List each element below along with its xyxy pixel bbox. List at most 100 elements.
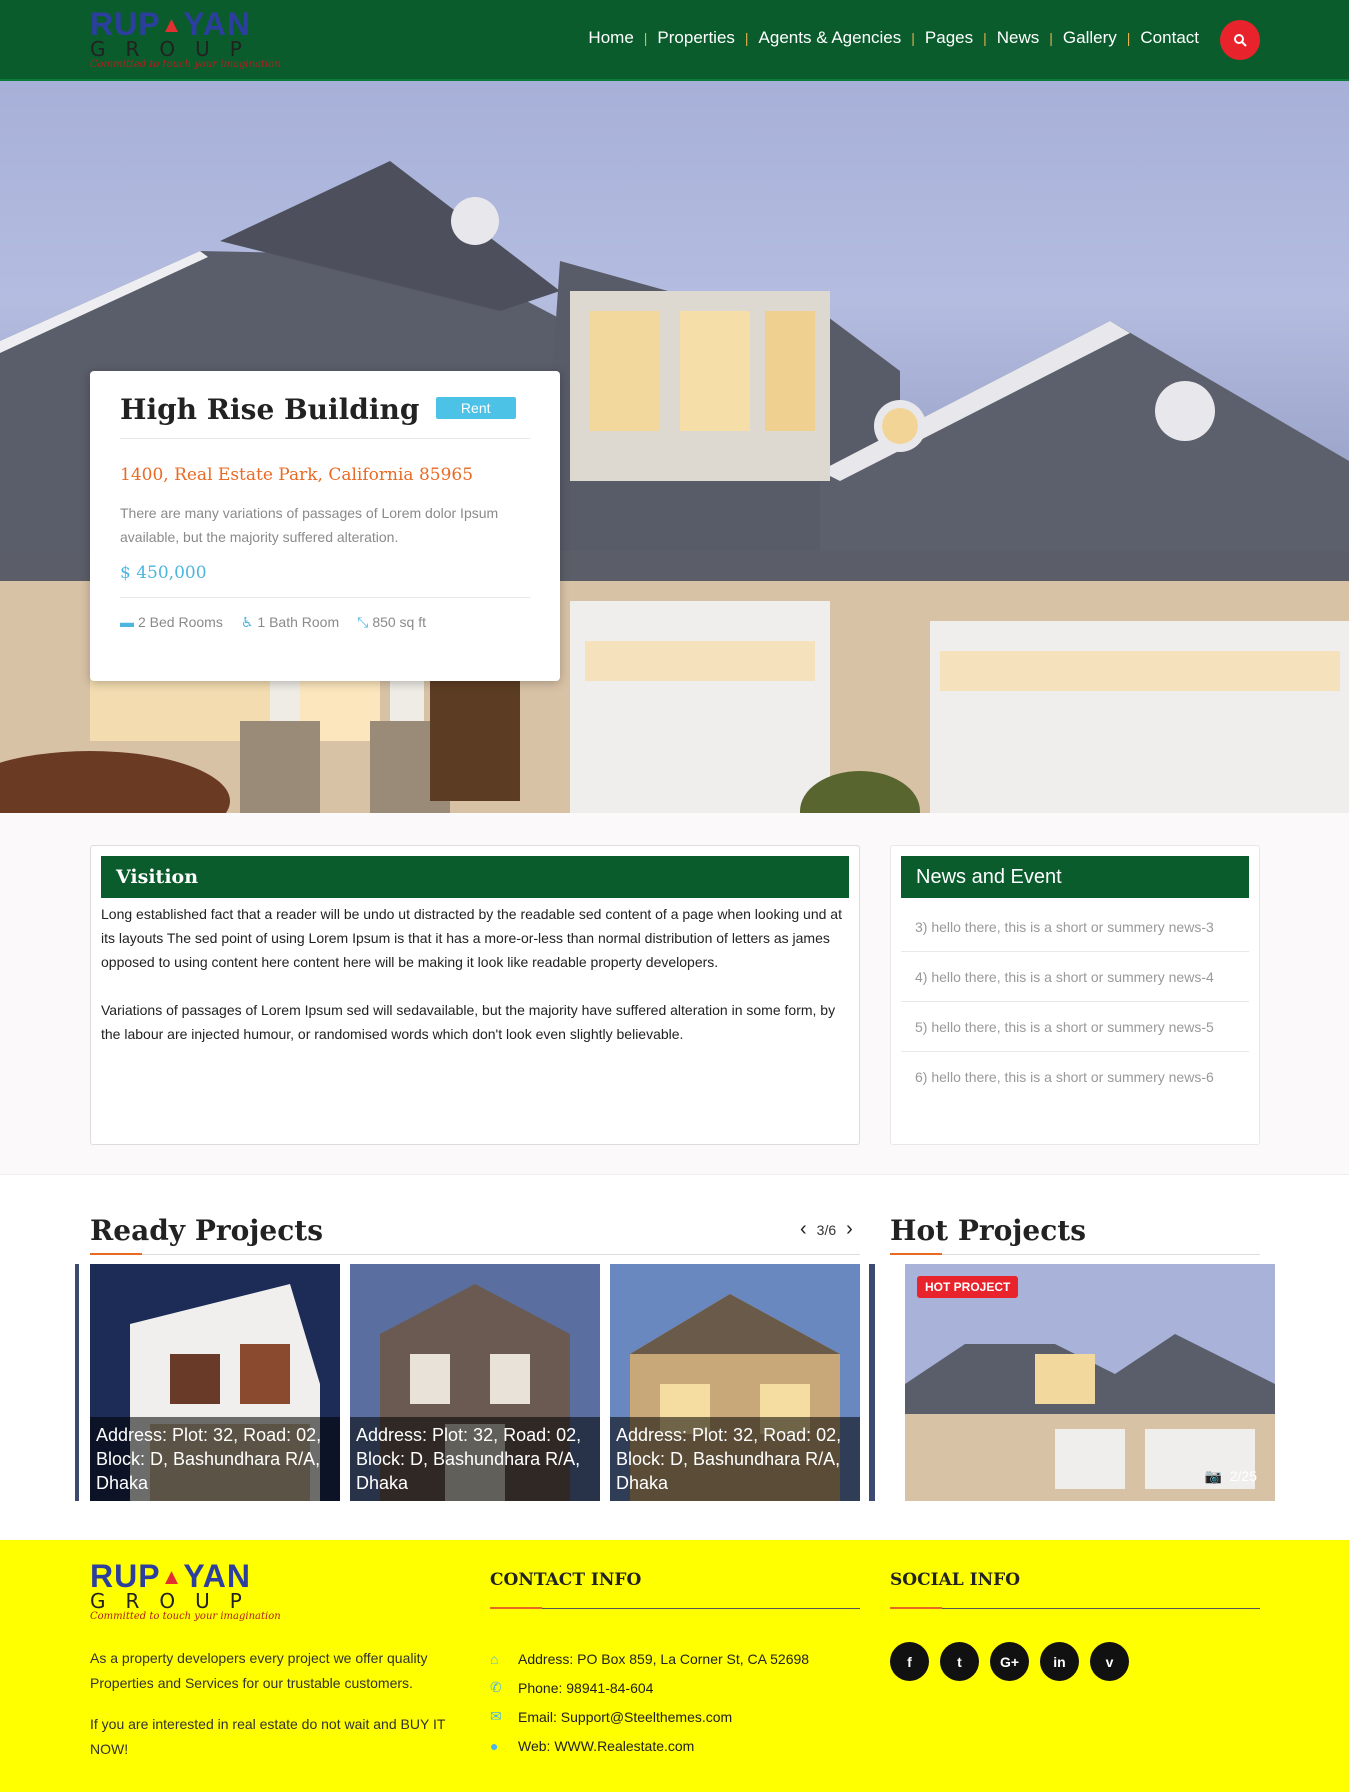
footer-about: As a property developers every project w… bbox=[90, 1646, 470, 1762]
nav-separator: | bbox=[1049, 30, 1053, 46]
feature-label: 850 sq ft bbox=[372, 614, 427, 630]
hot-projects-underline bbox=[890, 1253, 1260, 1255]
nav-agents-agencies[interactable]: Agents & Agencies bbox=[759, 28, 902, 48]
facebook-icon[interactable]: f bbox=[890, 1642, 929, 1681]
about-paragraph-1: As a property developers every project w… bbox=[90, 1650, 428, 1691]
nav-contact[interactable]: Contact bbox=[1140, 28, 1199, 48]
project-address: Address: Plot: 32, Road: 02, Block: D, B… bbox=[350, 1417, 600, 1501]
feature-label: 2 Bed Rooms bbox=[138, 614, 223, 630]
news-item[interactable]: 6) hello there, this is a short or summe… bbox=[901, 1052, 1249, 1097]
hero-banner: High Rise Building Rent 1400, Real Estat… bbox=[0, 81, 1349, 813]
property-description: There are many variations of passages of… bbox=[120, 505, 499, 545]
project-card[interactable]: Address: Plot: 32, Road: 02, Block: D, B… bbox=[90, 1264, 340, 1501]
ready-projects-underline bbox=[90, 1253, 860, 1255]
search-icon bbox=[1234, 34, 1247, 47]
vision-heading: Visition bbox=[101, 856, 849, 898]
nav-separator: | bbox=[911, 30, 915, 46]
hot-project-image bbox=[905, 1264, 1275, 1501]
photo-count-text: 2/25 bbox=[1229, 1468, 1257, 1484]
nav-separator: | bbox=[744, 30, 749, 46]
nav-gallery[interactable]: Gallery bbox=[1063, 28, 1117, 48]
social-links: f t G+ in v bbox=[890, 1642, 1129, 1681]
carousel-pager: ‹ 3/6 › bbox=[800, 1218, 853, 1241]
about-paragraph-2: If you are interested in real estate do … bbox=[90, 1716, 446, 1757]
site-logo[interactable]: RUP▲YAN GROUP Committed to touch your im… bbox=[90, 8, 290, 74]
globe-icon: ● bbox=[490, 1737, 499, 1754]
hot-projects-title: Hot Projects bbox=[890, 1214, 1086, 1247]
property-title[interactable]: High Rise Building bbox=[120, 393, 419, 426]
camera-icon: 📷 bbox=[1204, 1468, 1222, 1484]
hot-project-badge: HOT PROJECT bbox=[917, 1276, 1019, 1298]
logo-triangle-icon: ▲ bbox=[160, 12, 184, 37]
linkedin-icon[interactable]: in bbox=[1040, 1642, 1079, 1681]
contact-text: Email: Support@Steelthemes.com bbox=[518, 1708, 733, 1725]
logo-group-text: GROUP bbox=[90, 37, 262, 61]
vision-paragraph-1: Long established fact that a reader will… bbox=[101, 906, 842, 970]
info-section: Visition Long established fact that a re… bbox=[0, 813, 1349, 1175]
feature-label: 1 Bath Room bbox=[257, 614, 340, 630]
contact-web[interactable]: ● Web: WWW.Realestate.com bbox=[490, 1731, 809, 1760]
project-address: Address: Plot: 32, Road: 02, Block: D, B… bbox=[90, 1417, 340, 1501]
news-list[interactable]: 3) hello there, this is a short or summe… bbox=[901, 902, 1249, 1097]
feature-beds: ▬ 2 Bed Rooms bbox=[120, 614, 223, 631]
contact-address: ⌂ Address: PO Box 859, La Corner St, CA 5… bbox=[490, 1644, 809, 1673]
nav-separator: | bbox=[1126, 30, 1131, 46]
contact-text: Address: PO Box 859, La Corner St, CA 52… bbox=[518, 1650, 810, 1667]
contact-underline bbox=[490, 1607, 860, 1609]
chevron-right-icon[interactable]: › bbox=[846, 1218, 853, 1241]
feature-area: ⤡ 850 sq ft bbox=[357, 614, 426, 631]
twitter-icon[interactable]: t bbox=[940, 1642, 979, 1681]
hot-project-card[interactable]: HOT PROJECT 📷 2/25 bbox=[905, 1264, 1275, 1501]
property-address: 1400, Real Estate Park, California 85965 bbox=[120, 465, 474, 485]
logo-tagline: Committed to touch your imagination bbox=[90, 1611, 281, 1622]
news-heading: News and Event bbox=[901, 856, 1249, 898]
social-underline bbox=[890, 1607, 1260, 1609]
project-address: Address: Plot: 32, Road: 02, Block: D, B… bbox=[610, 1417, 860, 1501]
vision-panel: Visition Long established fact that a re… bbox=[90, 845, 860, 1145]
contact-text: Phone: 98941-84-604 bbox=[518, 1679, 654, 1696]
nav-properties[interactable]: Properties bbox=[657, 28, 734, 48]
contact-list: ⌂ Address: PO Box 859, La Corner St, CA 5… bbox=[490, 1644, 809, 1760]
google-plus-icon[interactable]: G+ bbox=[990, 1642, 1029, 1681]
pager-count: 3/6 bbox=[816, 1221, 837, 1238]
project-card[interactable]: Address: Plot: 32, Road: 02, Block: D, B… bbox=[610, 1264, 860, 1501]
contact-email[interactable]: ✉ Email: Support@Steelthemes.com bbox=[490, 1702, 809, 1731]
site-header: RUP▲YAN GROUP Committed to touch your im… bbox=[0, 0, 1349, 81]
bed-icon: ▬ bbox=[120, 614, 134, 630]
ready-projects-title: Ready Projects bbox=[90, 1214, 323, 1247]
main-nav: Home | Properties | Agents & Agencies | Pag… bbox=[588, 28, 1199, 48]
home-icon: ⌂ bbox=[490, 1650, 499, 1667]
project-card-peek bbox=[75, 1264, 79, 1501]
nav-home[interactable]: Home bbox=[588, 28, 633, 48]
search-button[interactable] bbox=[1220, 20, 1260, 60]
contact-info-heading: CONTACT INFO bbox=[490, 1570, 642, 1590]
logo-triangle-icon: ▲ bbox=[160, 1564, 184, 1589]
phone-icon: ✆ bbox=[490, 1679, 502, 1695]
expand-icon: ⤡ bbox=[357, 614, 369, 630]
mail-icon: ✉ bbox=[490, 1708, 502, 1724]
nav-pages[interactable]: Pages bbox=[925, 28, 973, 48]
feature-baths: ♿ 1 Bath Room bbox=[241, 614, 339, 631]
news-item[interactable]: 5) hello there, this is a short or summe… bbox=[901, 1002, 1249, 1052]
vimeo-icon[interactable]: v bbox=[1090, 1642, 1129, 1681]
nav-separator: | bbox=[643, 30, 648, 46]
photo-count[interactable]: 📷 2/25 bbox=[1205, 1468, 1257, 1485]
nav-news[interactable]: News bbox=[997, 28, 1040, 48]
vision-paragraph-2: Variations of passages of Lorem Ipsum se… bbox=[101, 1002, 836, 1042]
site-footer: RUP▲YAN GROUP Committed to touch your im… bbox=[0, 1540, 1349, 1792]
footer-logo[interactable]: RUP▲YAN GROUP Committed to touch your im… bbox=[90, 1560, 290, 1626]
logo-group-text: GROUP bbox=[90, 1589, 262, 1613]
news-panel: News and Event 3) hello there, this is a… bbox=[890, 845, 1260, 1145]
contact-phone[interactable]: ✆ Phone: 98941-84-604 bbox=[490, 1673, 809, 1702]
nav-separator: | bbox=[983, 30, 987, 46]
project-card[interactable]: Address: Plot: 32, Road: 02, Block: D, B… bbox=[350, 1264, 600, 1501]
social-info-heading: SOCIAL INFO bbox=[890, 1570, 1020, 1590]
featured-property-card[interactable]: High Rise Building Rent 1400, Real Estat… bbox=[90, 371, 560, 681]
logo-tagline: Committed to touch your imagination bbox=[90, 59, 281, 70]
news-item[interactable]: 4) hello there, this is a short or summe… bbox=[901, 952, 1249, 1002]
rent-badge: Rent bbox=[435, 397, 516, 419]
chevron-left-icon[interactable]: ‹ bbox=[800, 1218, 807, 1241]
property-price: $ 450,000 bbox=[120, 563, 207, 583]
news-item[interactable]: 3) hello there, this is a short or summe… bbox=[901, 902, 1249, 952]
accessible-icon: ♿ bbox=[240, 614, 254, 630]
